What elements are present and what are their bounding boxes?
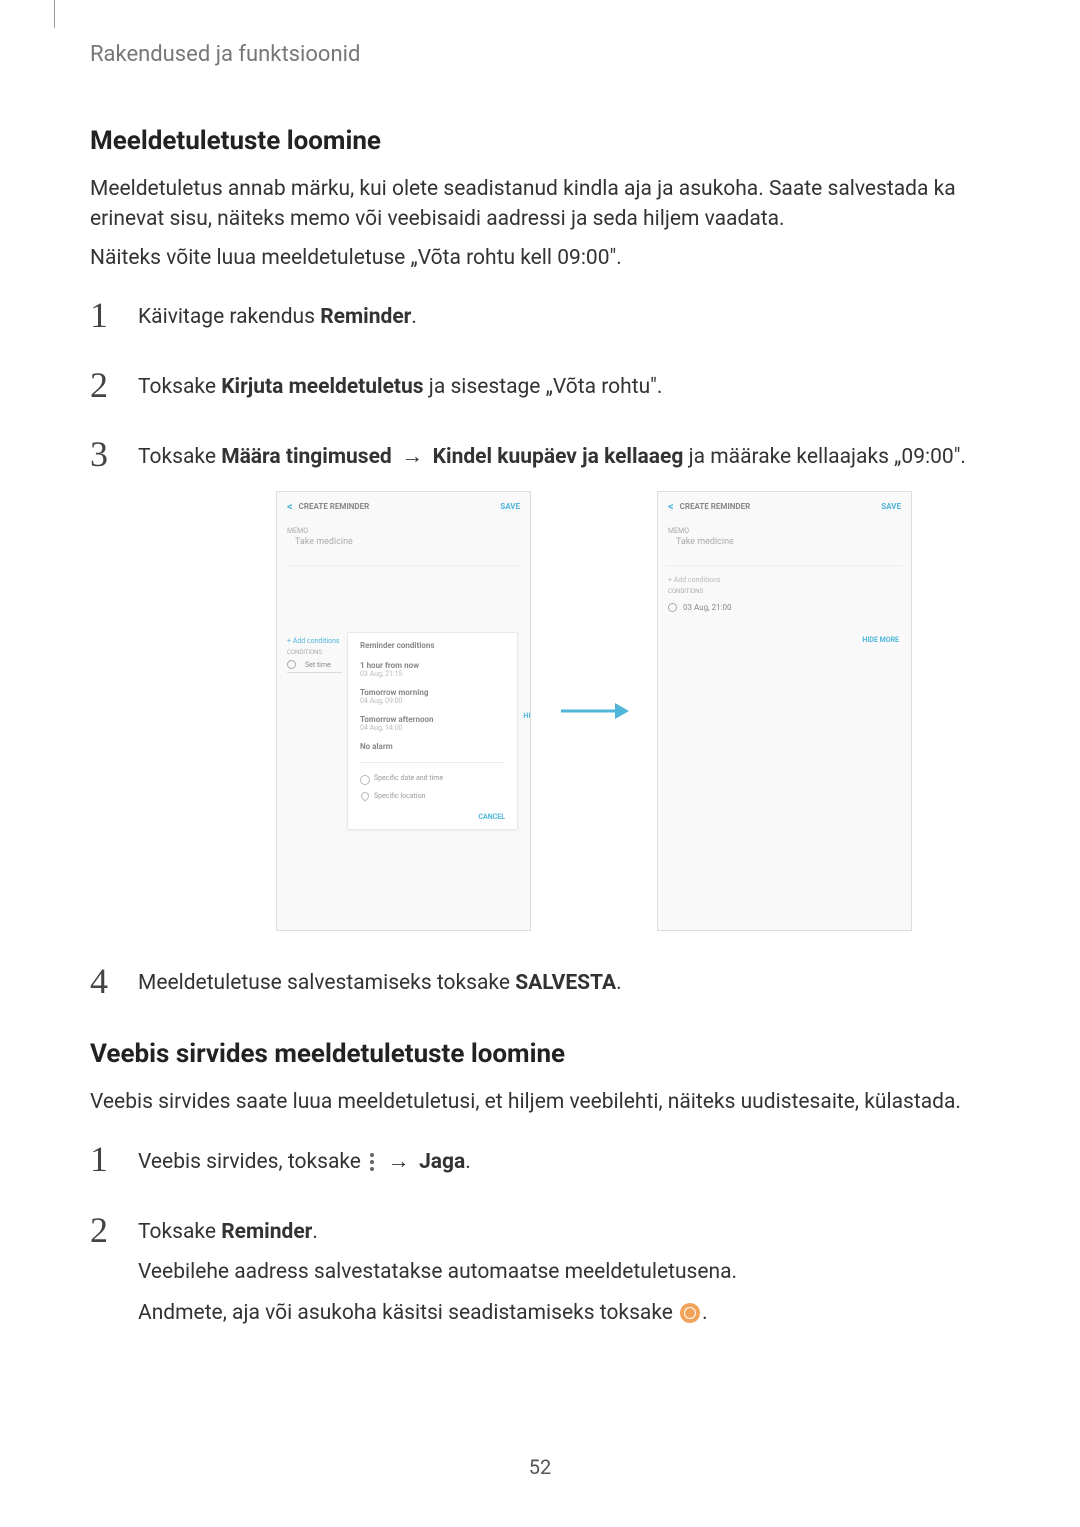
- section1-para1: Meeldetuletus annab märku, kui olete sea…: [90, 174, 990, 235]
- arrow-right-icon: →: [382, 1149, 415, 1174]
- hide-more-label: HIDE MORE: [862, 636, 899, 644]
- page-header: Rakendused ja funktsioonid: [90, 42, 360, 67]
- back-icon: <: [287, 500, 293, 513]
- step-number: 2: [90, 1212, 118, 1248]
- step-number: 3: [90, 436, 118, 472]
- reminder-conditions-popup: Reminder conditions 1 hour from now03 Au…: [347, 632, 518, 830]
- step-4: 4 Meeldetuletuse salvestamiseks toksake …: [90, 963, 990, 1008]
- step2-text: Toksake Kirjuta meeldetuletus ja sisesta…: [138, 372, 990, 402]
- step2b-para2: Andmete, aja või asukoha käsitsi seadist…: [138, 1298, 990, 1328]
- memo-text: Take medicine: [666, 537, 903, 566]
- step-number: 1: [90, 1141, 118, 1177]
- more-vertical-icon: [370, 1153, 374, 1171]
- section1-para2: Näiteks võite luua meeldetuletuse „Võta …: [90, 243, 990, 273]
- step-number: 2: [90, 367, 118, 403]
- memo-text: Take medicine: [285, 537, 522, 566]
- section2-para1: Veebis sirvides saate luua meeldetuletus…: [90, 1087, 990, 1117]
- conditions-label: CONDITIONS: [658, 586, 911, 599]
- specific-location-option: Specific location: [360, 787, 505, 805]
- step-2: 2 Toksake Kirjuta meeldetuletus ja sises…: [90, 367, 990, 412]
- step4-text: Meeldetuletuse salvestamiseks toksake SA…: [138, 968, 990, 998]
- phone-save-button: SAVE: [500, 502, 520, 511]
- reminder-badge-icon: [680, 1303, 700, 1323]
- step-number: 1: [90, 297, 118, 333]
- phone-header: < CREATE REMINDER SAVE: [277, 492, 530, 521]
- specific-date-option: Specific date and time: [360, 769, 505, 787]
- step1b-text: Veebis sirvides, toksake → Jaga.: [138, 1146, 990, 1178]
- clock-icon: [287, 660, 296, 669]
- popup-option: Tomorrow afternoon04 Aug, 14:00: [360, 710, 505, 737]
- step-1b: 1 Veebis sirvides, toksake → Jaga.: [90, 1141, 990, 1188]
- popup-option: No alarm: [360, 737, 505, 756]
- step-1: 1 Käivitage rakendus Reminder.: [90, 297, 990, 342]
- section2: Veebis sirvides meeldetuletuste loomine …: [90, 1039, 990, 1339]
- condition-time-row: 03 Aug, 21:00: [658, 599, 911, 616]
- phone-header: < CREATE REMINDER SAVE: [658, 492, 911, 521]
- conditions-hint: + Add conditions CONDITIONS Set time: [287, 637, 342, 673]
- screenshot-illustration: < CREATE REMINDER SAVE MEMO Take medicin…: [198, 491, 990, 931]
- main-content: Meeldetuletuste loomine Meeldetuletus an…: [90, 108, 990, 1338]
- add-conditions: + Add conditions: [658, 566, 911, 586]
- step-number: 4: [90, 963, 118, 999]
- step1-text: Käivitage rakendus Reminder.: [138, 302, 990, 332]
- clock-icon: [668, 603, 677, 612]
- popup-cancel: CANCEL: [360, 805, 505, 821]
- page-number: 52: [0, 1455, 1080, 1479]
- page-border-decoration: [54, 0, 55, 28]
- popup-option: 1 hour from now03 Aug, 21:15: [360, 656, 505, 683]
- arrow-right-icon: →: [396, 444, 429, 469]
- step2b-para1: Veebilehe aadress salvestatakse automaat…: [138, 1257, 990, 1287]
- memo-label: MEMO: [277, 521, 530, 537]
- step3-text: Toksake Määra tingimused → Kindel kuupäe…: [138, 441, 990, 473]
- arrow-right-icon: [559, 701, 629, 721]
- hide-more-label: HIDE MORE: [523, 712, 531, 720]
- back-icon: <: [668, 500, 674, 513]
- step-2b: 2 Toksake Reminder. Veebilehe aadress sa…: [90, 1212, 990, 1338]
- section2-title: Veebis sirvides meeldetuletuste loomine: [90, 1039, 990, 1069]
- step2b-text: Toksake Reminder.: [138, 1217, 990, 1247]
- section1-title: Meeldetuletuste loomine: [90, 126, 990, 156]
- phone-save-button: SAVE: [881, 502, 901, 511]
- phone-screenshot-right: < CREATE REMINDER SAVE MEMO Take medicin…: [657, 491, 912, 931]
- memo-label: MEMO: [658, 521, 911, 537]
- step-3: 3 Toksake Määra tingimused → Kindel kuup…: [90, 436, 990, 939]
- phone-screenshot-left: < CREATE REMINDER SAVE MEMO Take medicin…: [276, 491, 531, 931]
- popup-option: Tomorrow morning04 Aug, 09:00: [360, 683, 505, 710]
